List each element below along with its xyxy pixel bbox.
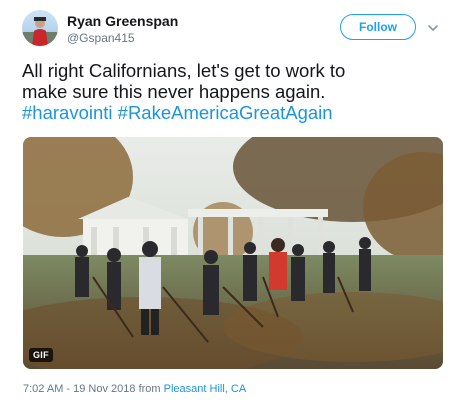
tweet-text: All right Californians, let's get to wor…: [22, 60, 452, 123]
avatar[interactable]: [22, 10, 58, 46]
timestamp[interactable]: 7:02 AM - 19 Nov 2018: [23, 383, 136, 395]
hashtag-link[interactable]: #RakeAmericaGreatAgain: [118, 102, 333, 123]
gif-scene: [23, 137, 443, 369]
hashtag-line: #haravointi #RakeAmericaGreatAgain: [22, 102, 452, 123]
gif-media[interactable]: GIF: [23, 137, 443, 369]
tweet-meta: 7:02 AM - 19 Nov 2018 from Pleasant Hill…: [23, 383, 246, 395]
chevron-down-icon[interactable]: [426, 21, 440, 35]
tweet-text-line: make sure this never happens again.: [22, 81, 326, 102]
gif-badge: GIF: [29, 348, 53, 362]
author-handle[interactable]: @Gspan415: [67, 31, 135, 45]
tweet-text-line: All right Californians, let's get to wor…: [22, 60, 346, 81]
hashtag-link[interactable]: #haravointi: [22, 102, 113, 123]
tweet-card: Ryan Greenspan @Gspan415 Follow All righ…: [0, 0, 470, 404]
location-link[interactable]: Pleasant Hill, CA: [164, 383, 247, 395]
follow-button[interactable]: Follow: [340, 14, 416, 40]
from-label: from: [138, 383, 161, 395]
author-name[interactable]: Ryan Greenspan: [67, 13, 178, 29]
